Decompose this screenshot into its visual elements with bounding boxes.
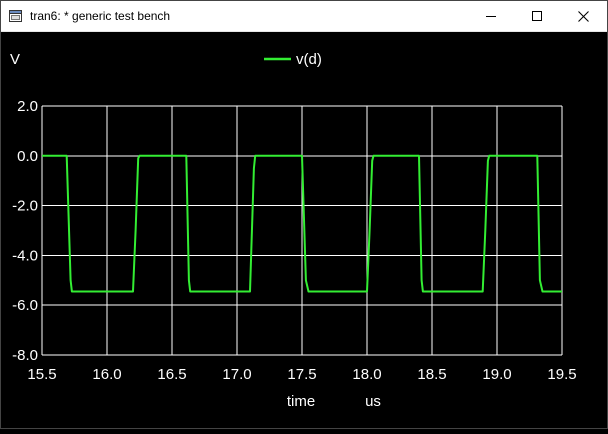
y-tick-label: -4.0 (12, 247, 38, 264)
x-axis-label: time (287, 393, 315, 410)
x-tick-label: 19.0 (482, 366, 511, 383)
waveform-chart[interactable]: 2.00.0-2.0-4.0-6.0-8.0 15.5 16.0 16.5 17.0 1… (0, 32, 608, 429)
grid-lines (41, 105, 563, 356)
y-tick-label: 0.0 (17, 148, 38, 165)
y-axis-unit-label: V (10, 51, 20, 68)
maximize-button[interactable] (514, 0, 560, 32)
x-tick-label: 17.0 (222, 366, 251, 383)
y-tick-label: -6.0 (12, 297, 38, 314)
y-tick-labels: 2.0 0.0 -2.0 -4.0 -6.0 -8.0 (12, 98, 38, 364)
x-tick-label: 18.5 (417, 366, 446, 383)
x-axis-unit-label: us (365, 393, 381, 410)
x-tick-labels: 15.5 16.0 16.5 17.0 17.5 18.0 18.5 19.0 19.5 (27, 366, 576, 383)
x-tick-label: 18.0 (352, 366, 381, 383)
x-tick-label: 16.5 (157, 366, 186, 383)
close-button[interactable] (560, 0, 606, 32)
window-app-icon (9, 10, 22, 22)
spice-plot-window: tran6: * generic test bench 2.0 0.0 -2.0 -4… (0, 0, 608, 429)
x-tick-label: 19.5 (547, 366, 576, 383)
close-icon (577, 10, 589, 22)
y-tick-label: -8.0 (12, 347, 38, 364)
legend: v(d) (264, 51, 322, 68)
maximize-icon (532, 11, 542, 21)
minimize-button[interactable] (468, 0, 514, 32)
x-tick-label: 17.5 (287, 366, 316, 383)
window-title: tran6: * generic test bench (30, 9, 171, 23)
y-tick-label: -2.0 (12, 198, 38, 215)
x-tick-label: 16.0 (92, 366, 121, 383)
x-tick-label: 15.5 (27, 366, 56, 383)
minimize-icon (486, 16, 496, 17)
legend-label: v(d) (296, 51, 322, 68)
title-bar[interactable]: tran6: * generic test bench (0, 0, 608, 32)
y-tick-label: 2.0 (17, 98, 38, 115)
plot-area[interactable]: 2.0 0.0 -2.0 -4.0 -6.0 -8.0 15.5 16.0 16.5 17.0 1… (0, 32, 608, 429)
